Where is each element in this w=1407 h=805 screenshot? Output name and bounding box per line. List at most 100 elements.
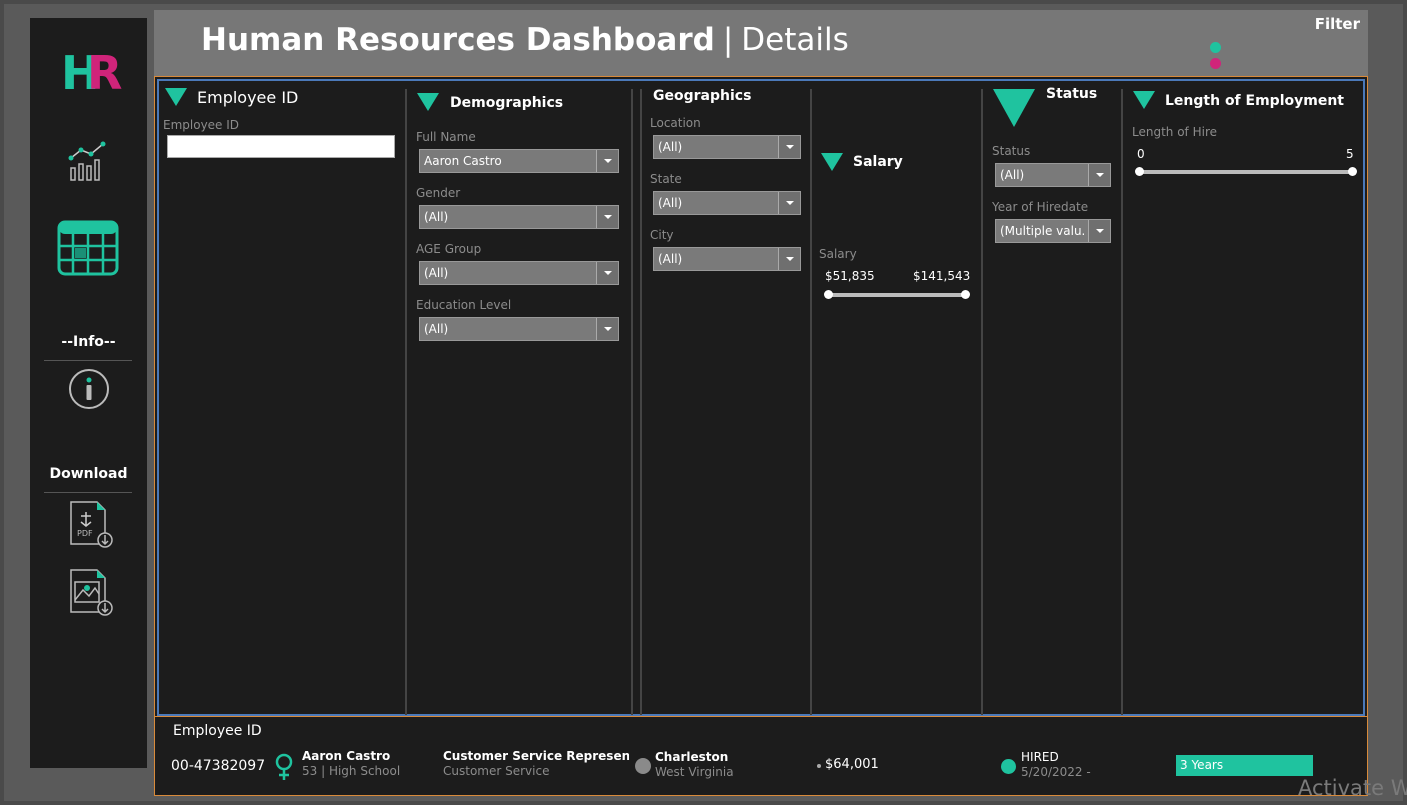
hire-date: 5/20/2022 - bbox=[1021, 765, 1091, 779]
chevron-down-icon bbox=[596, 206, 618, 228]
pdf-download-icon[interactable]: PDF bbox=[67, 500, 115, 550]
city-label: City bbox=[650, 228, 674, 242]
salary-max: $141,543 bbox=[913, 269, 971, 283]
location-value: (All) bbox=[658, 140, 683, 154]
status-dot bbox=[1001, 759, 1016, 774]
filter-toggle[interactable]: Filter bbox=[1315, 15, 1360, 33]
download-label: Download bbox=[49, 466, 128, 482]
employee-name: Aaron Castro bbox=[302, 749, 391, 763]
year-hiredate-value: (Multiple valu... bbox=[1000, 224, 1084, 238]
department: Customer Service bbox=[443, 764, 550, 778]
dashboard-header: Human Resources Dashboard | Details Filter bbox=[154, 10, 1368, 76]
location-dropdown[interactable]: (All) bbox=[653, 135, 801, 159]
status-dropdown[interactable]: (All) bbox=[995, 163, 1111, 187]
state-dropdown[interactable]: (All) bbox=[653, 191, 801, 215]
gender-value: (All) bbox=[424, 210, 449, 224]
chevron-down-icon bbox=[1088, 220, 1110, 242]
column-divider bbox=[1121, 89, 1123, 715]
location-dot bbox=[635, 758, 651, 774]
chevron-down-icon bbox=[778, 248, 800, 270]
salary-slider-track[interactable] bbox=[827, 293, 967, 297]
salary-max-handle[interactable] bbox=[961, 290, 970, 299]
column-divider bbox=[631, 89, 633, 715]
full-name-label: Full Name bbox=[416, 130, 476, 144]
employee-record-bar: Employee ID 00-47382097 Aaron Castro 53 … bbox=[154, 717, 1368, 796]
info-label: --Info-- bbox=[61, 334, 116, 350]
column-divider bbox=[810, 89, 812, 715]
length-max: 5 bbox=[1346, 147, 1354, 161]
state-value: West Virginia bbox=[655, 765, 734, 779]
employee-age-education: 53 | High School bbox=[302, 764, 401, 778]
chevron-down-icon bbox=[596, 318, 618, 340]
triangle-icon bbox=[1133, 91, 1155, 109]
tenure-bar: 3 Years bbox=[1176, 755, 1313, 776]
column-divider bbox=[640, 89, 642, 715]
state-value: (All) bbox=[658, 196, 683, 210]
chevron-down-icon bbox=[778, 136, 800, 158]
salary-value: $64,001 bbox=[825, 757, 879, 772]
image-download-icon[interactable] bbox=[67, 568, 115, 618]
logo-r: R bbox=[87, 46, 123, 100]
svg-text:PDF: PDF bbox=[77, 529, 93, 538]
job-title: Customer Service Representat bbox=[443, 749, 629, 763]
full-name-dropdown[interactable]: Aaron Castro bbox=[419, 149, 619, 173]
status-value: HIRED bbox=[1021, 750, 1059, 764]
status-dot-green bbox=[1210, 42, 1221, 53]
salary-label: Salary bbox=[819, 247, 857, 261]
info-divider bbox=[44, 360, 132, 361]
column-divider bbox=[981, 89, 983, 715]
age-group-dropdown[interactable]: (All) bbox=[419, 261, 619, 285]
education-dropdown[interactable]: (All) bbox=[419, 317, 619, 341]
column-divider bbox=[405, 89, 407, 715]
title-subtitle: Details bbox=[741, 22, 849, 58]
salary-min: $51,835 bbox=[825, 269, 875, 283]
length-max-handle[interactable] bbox=[1348, 167, 1357, 176]
chevron-down-icon bbox=[778, 192, 800, 214]
employee-id-title: Employee ID bbox=[197, 88, 299, 107]
chart-icon[interactable] bbox=[67, 138, 111, 182]
full-name-value: Aaron Castro bbox=[424, 154, 502, 168]
age-group-label: AGE Group bbox=[416, 242, 482, 256]
employee-id-label: Employee ID bbox=[163, 118, 240, 132]
year-hiredate-label: Year of Hiredate bbox=[992, 200, 1089, 214]
title-separator: | bbox=[722, 22, 734, 58]
length-slider-track[interactable] bbox=[1139, 170, 1353, 174]
filter-panel-inner: Employee ID Employee ID Demographics Ful… bbox=[157, 79, 1365, 716]
table-icon[interactable] bbox=[57, 218, 119, 278]
status-label: Status bbox=[992, 144, 1031, 158]
length-hire-label: Length of Hire bbox=[1132, 125, 1217, 139]
record-header: Employee ID bbox=[173, 723, 262, 739]
salary-title: Salary bbox=[853, 154, 903, 170]
year-hiredate-dropdown[interactable]: (Multiple valu... bbox=[995, 219, 1111, 243]
triangle-icon bbox=[165, 88, 187, 106]
gender-label: Gender bbox=[416, 186, 461, 200]
salary-min-handle[interactable] bbox=[824, 290, 833, 299]
chevron-down-icon bbox=[1088, 164, 1110, 186]
length-min-handle[interactable] bbox=[1135, 167, 1144, 176]
city-value: (All) bbox=[658, 252, 683, 266]
chevron-down-icon bbox=[596, 262, 618, 284]
filter-panel: Employee ID Employee ID Demographics Ful… bbox=[154, 76, 1368, 717]
status-dot-pink bbox=[1210, 58, 1221, 69]
employee-id-input[interactable] bbox=[167, 135, 395, 158]
triangle-icon bbox=[821, 153, 843, 171]
info-icon[interactable] bbox=[68, 368, 110, 410]
triangle-icon bbox=[417, 93, 439, 111]
state-label: State bbox=[650, 172, 682, 186]
salary-dot bbox=[817, 764, 821, 768]
geographics-title: Geographics bbox=[653, 88, 752, 104]
employee-id-value: 00-47382097 bbox=[171, 758, 266, 774]
education-value: (All) bbox=[424, 322, 449, 336]
status-title: Status bbox=[1046, 86, 1098, 102]
triangle-icon bbox=[993, 89, 1035, 127]
gender-dropdown[interactable]: (All) bbox=[419, 205, 619, 229]
title-main: Human Resources Dashboard bbox=[201, 22, 715, 58]
city-dropdown[interactable]: (All) bbox=[653, 247, 801, 271]
city-value: Charleston bbox=[655, 750, 729, 764]
demographics-title: Demographics bbox=[450, 95, 564, 111]
hr-logo[interactable]: H R bbox=[61, 48, 122, 98]
length-employment-title: Length of Employment bbox=[1165, 93, 1344, 109]
activate-windows-watermark: Activate W bbox=[1298, 776, 1407, 800]
education-label: Education Level bbox=[416, 298, 512, 312]
status-value: (All) bbox=[1000, 168, 1025, 182]
